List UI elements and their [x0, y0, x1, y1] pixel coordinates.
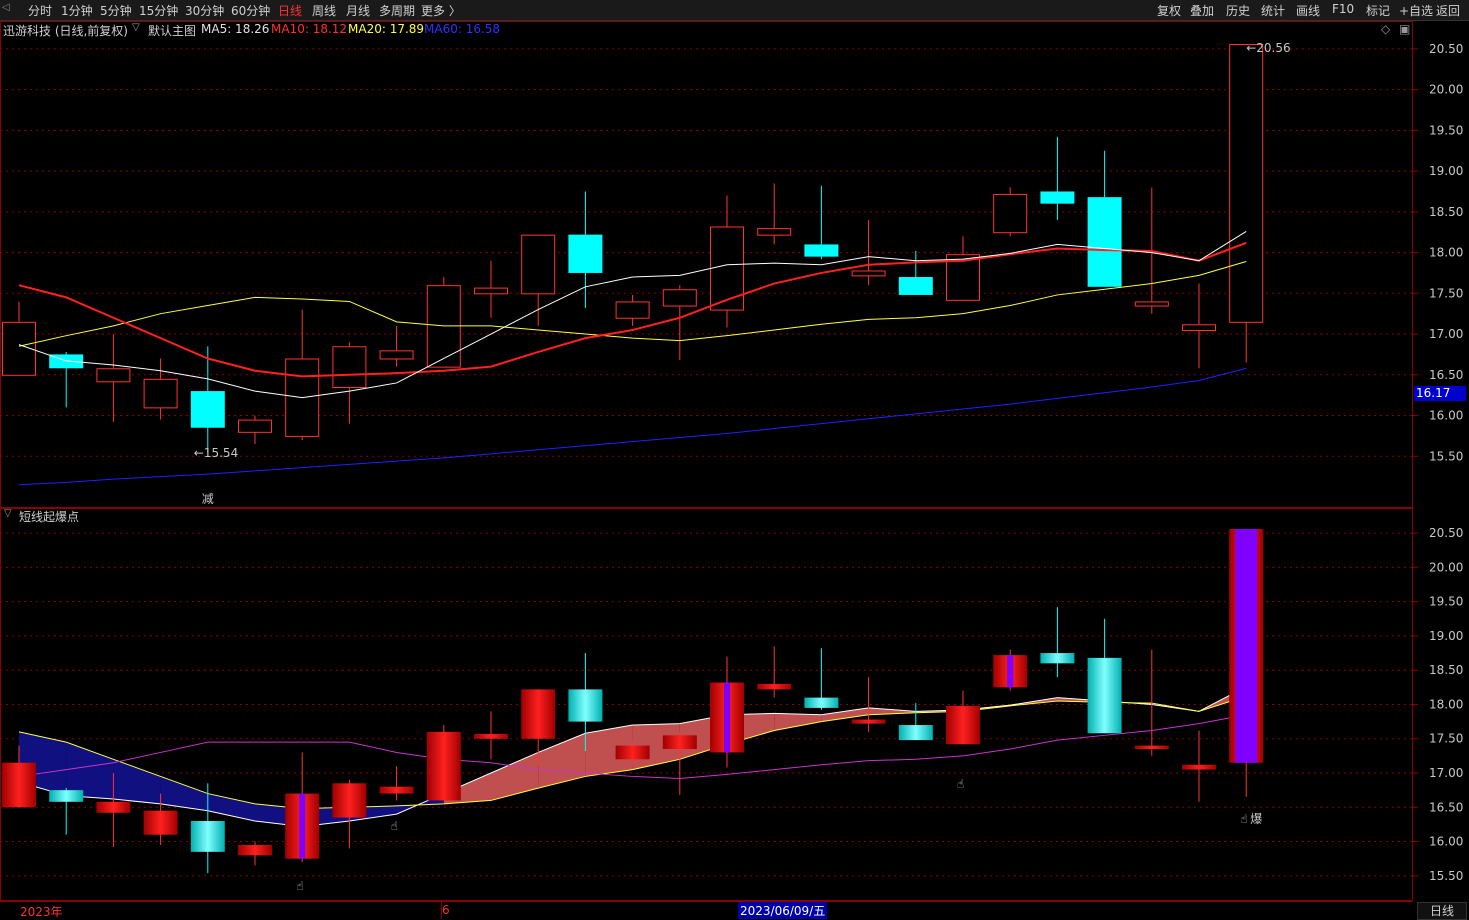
- x-axis-year-label: 2023年: [20, 905, 63, 919]
- sub-y-tick-label: 15.50: [1429, 869, 1463, 883]
- sub-y-tick-label: 18.00: [1429, 697, 1463, 711]
- high-price-label: ←20.56: [1246, 41, 1290, 55]
- main-candle-up: [332, 346, 367, 389]
- main-candle-up: [1134, 301, 1169, 307]
- main-y-tick-label: 18.00: [1429, 246, 1463, 260]
- sub-candle-up: [851, 719, 886, 724]
- sub-candle-up: [2, 762, 36, 808]
- sub-y-tick-label: 19.50: [1429, 595, 1463, 609]
- sub-y-tick-label: 17.00: [1429, 766, 1463, 780]
- sub-candle-up: [238, 844, 272, 856]
- main-candle-up: [1182, 324, 1216, 331]
- sub-candle-highlight: [1007, 655, 1014, 688]
- sub-candle-highlight: [1235, 529, 1258, 763]
- sub-y-tick-label: 20.00: [1429, 560, 1463, 574]
- sub-candle-up: [615, 745, 650, 760]
- main-y-tick-label: 19.50: [1429, 123, 1463, 137]
- main-candle-up: [379, 350, 414, 360]
- main-candle-down: [568, 234, 603, 273]
- x-axis-month-label: 6: [442, 903, 450, 917]
- sub-candle-highlight: [724, 682, 730, 753]
- sub-y-tick-label: 18.50: [1429, 663, 1463, 677]
- sub-candle-up: [946, 705, 980, 745]
- main-candle-up: [993, 193, 1028, 234]
- hand-marker-icon: ☝: [391, 819, 398, 833]
- main-candle-up: [710, 226, 744, 311]
- main-candle-down: [804, 244, 839, 257]
- sub-candle-down: [898, 725, 933, 741]
- main-y-tick-label: 20.50: [1429, 42, 1463, 56]
- main-candle-up: [474, 287, 508, 295]
- sub-ribbon: [774, 713, 822, 731]
- sub-candle-down: [1087, 657, 1122, 734]
- kline-chart[interactable]: 20.50 20.00 19.50 19.00 18.50 18.00 17.50 17.00…: [0, 0, 1469, 919]
- sub-candle-up: [379, 786, 414, 794]
- sub-y-tick-label: 19.00: [1429, 629, 1463, 643]
- sub-candle-up: [662, 735, 697, 750]
- sub-candle-up: [521, 689, 556, 739]
- main-candle-up: [615, 301, 650, 319]
- sub-candle-up: [1134, 745, 1169, 750]
- main-candle-up: [521, 234, 556, 295]
- sub-y-tick-label: 20.50: [1429, 526, 1463, 540]
- main-y-tick-label: 16.00: [1429, 409, 1463, 423]
- sub-candle-up: [143, 810, 178, 835]
- sub-candle-down: [49, 790, 84, 802]
- main-panel-frame: [0, 21, 1413, 508]
- sub-candle-up: [96, 801, 131, 813]
- main-candle-up: [662, 289, 697, 307]
- sub-y-tick-label: 16.50: [1429, 800, 1463, 814]
- sub-candle-down: [1040, 653, 1075, 664]
- main-candle-down: [190, 391, 225, 428]
- sub-candle-up: [1182, 764, 1216, 770]
- main-candle-up: [851, 270, 886, 277]
- sub-ribbon: [113, 759, 161, 804]
- hand-marker-icon: ☝: [296, 879, 303, 893]
- main-candle-up: [96, 368, 131, 383]
- explode-marker: 爆: [1250, 812, 1262, 826]
- sub-candle-highlight: [299, 793, 306, 859]
- main-candle-down: [898, 277, 933, 295]
- main-y-tick-label: 20.00: [1429, 83, 1463, 97]
- current-price-tag: 16.17: [1414, 386, 1466, 401]
- sub-candle-up: [426, 731, 461, 801]
- hand-marker-icon: ☝: [957, 777, 964, 791]
- hand-marker-icon: ☝: [1240, 812, 1247, 826]
- sub-ribbon: [207, 793, 255, 821]
- sub-candle-down: [190, 820, 225, 852]
- main-candle-up: [757, 228, 792, 236]
- main-y-tick-label: 16.50: [1429, 368, 1463, 382]
- sub-candle-down: [804, 697, 839, 708]
- main-candle-up: [1229, 44, 1264, 323]
- main-y-tick-label: 17.00: [1429, 327, 1463, 341]
- main-y-tick-label: 18.50: [1429, 205, 1463, 219]
- cursor-date-tag: 2023/06/09/五: [738, 902, 828, 919]
- sub-ribbon: [538, 733, 586, 789]
- main-candle-up: [238, 419, 272, 433]
- sub-candle-down: [568, 689, 603, 722]
- sub-ribbon: [491, 752, 539, 801]
- main-y-tick-label: 19.00: [1429, 164, 1463, 178]
- sub-candle-up: [332, 783, 367, 818]
- main-y-tick-label: 17.50: [1429, 286, 1463, 300]
- sub-y-tick-label: 16.00: [1429, 835, 1463, 849]
- sub-ribbon: [160, 776, 208, 811]
- sub-candle-up: [474, 733, 508, 739]
- main-candle-down: [1087, 197, 1122, 287]
- period-tab[interactable]: 日线: [1417, 902, 1467, 920]
- reduce-marker: 减: [202, 492, 214, 506]
- low-price-label: ←15.54: [194, 446, 238, 460]
- main-candle-up: [143, 378, 178, 409]
- main-y-tick-label: 15.50: [1429, 449, 1463, 463]
- sub-y-tick-label: 17.50: [1429, 732, 1463, 746]
- main-candle-down: [1040, 191, 1075, 204]
- sub-candle-up: [757, 683, 792, 690]
